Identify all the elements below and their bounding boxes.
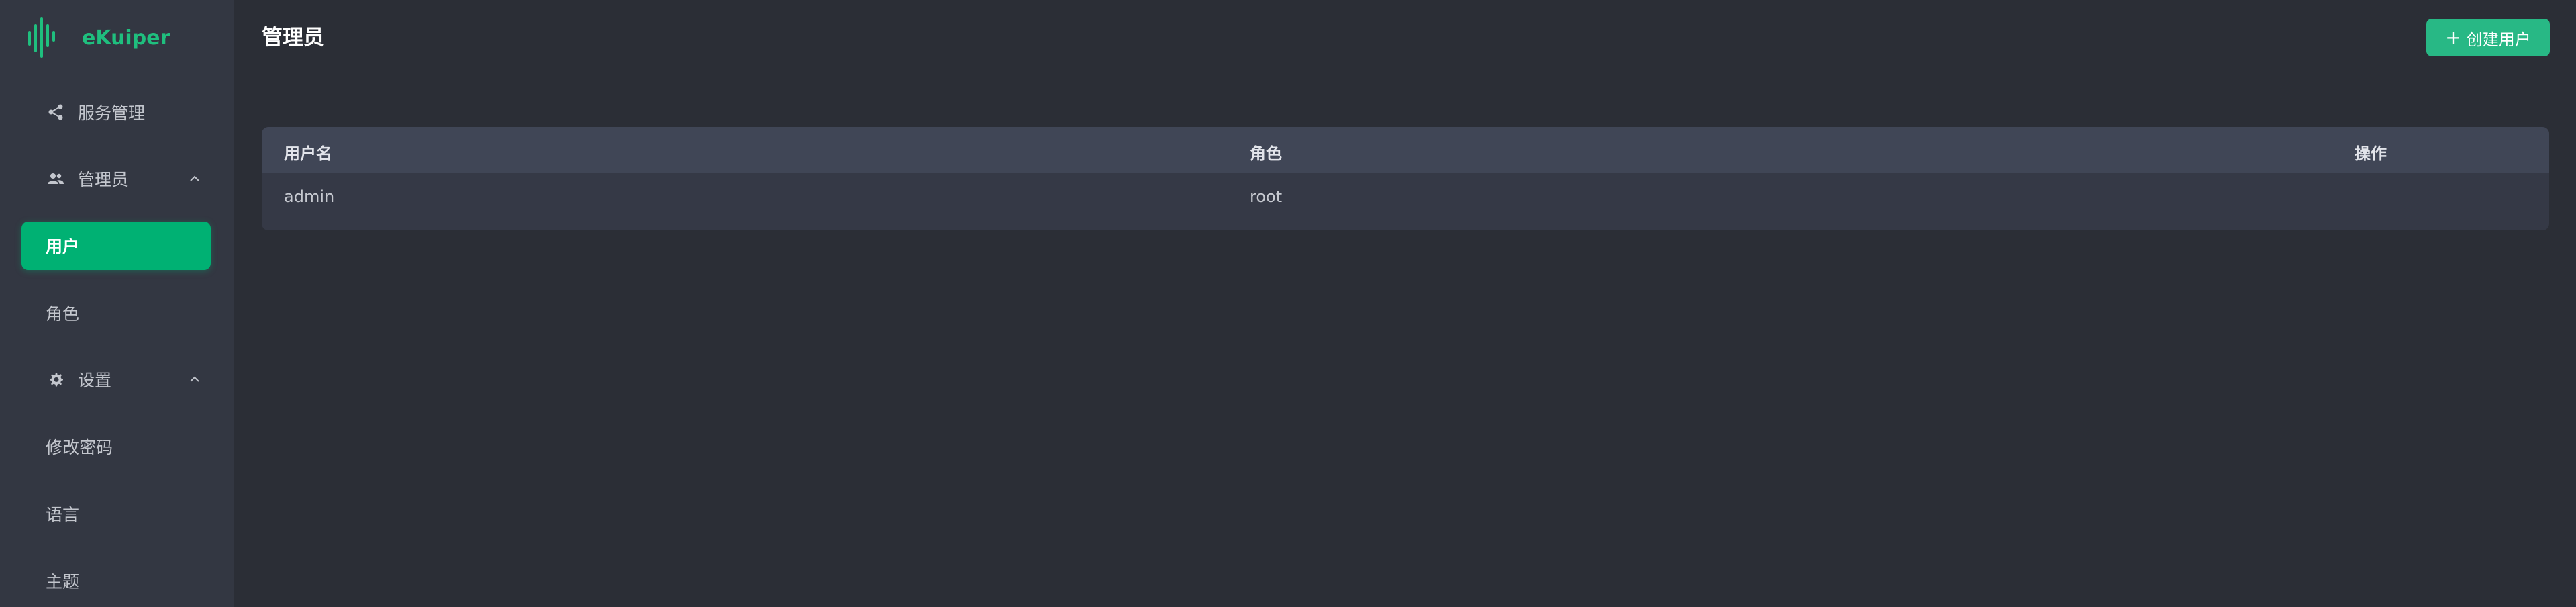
create-user-button-label: 创建用户 [2466, 30, 2531, 49]
gear-icon [46, 369, 66, 389]
chevron-up-icon[interactable] [188, 172, 201, 185]
sidebar-item-roles[interactable]: 角色 [21, 289, 211, 337]
sidebar-item-label: 语言 [46, 505, 80, 524]
app-name: eKuiper [82, 26, 170, 50]
table-header: 用户名 角色 操作 [262, 127, 2549, 173]
sidebar: eKuiper 服务管理 管理员 用户 角色 设置 修改密码 语言 主题 [0, 0, 234, 607]
sidebar-item-service-management[interactable]: 服务管理 [21, 88, 211, 136]
share-icon [46, 102, 66, 122]
sidebar-item-label: 角色 [46, 304, 80, 324]
sidebar-item-label: 设置 [78, 371, 112, 390]
sidebar-item-label: 管理员 [78, 170, 129, 189]
chevron-up-icon[interactable] [188, 373, 201, 386]
users-icon [46, 169, 66, 189]
sidebar-item-language[interactable]: 语言 [21, 489, 211, 538]
column-header-username: 用户名 [284, 144, 332, 163]
sidebar-item-label: 主题 [46, 572, 80, 592]
users-table: 用户名 角色 操作 admin root [262, 127, 2549, 230]
sidebar-item-settings[interactable]: 设置 [21, 355, 211, 404]
sidebar-item-label: 修改密码 [46, 438, 113, 457]
sidebar-item-admin[interactable]: 管理员 [21, 154, 211, 203]
ekuiper-logo-icon [27, 17, 56, 58]
cell-role: root [1250, 187, 1283, 206]
sidebar-item-label: 用户 [46, 237, 80, 256]
sidebar-item-theme[interactable]: 主题 [21, 557, 211, 605]
sidebar-item-users[interactable]: 用户 [21, 222, 211, 270]
column-header-role: 角色 [1250, 144, 1282, 163]
page-title: 管理员 [262, 26, 324, 50]
column-header-actions: 操作 [2355, 144, 2387, 163]
sidebar-item-label: 服务管理 [78, 103, 146, 123]
cell-username: admin [284, 187, 335, 206]
app-logo[interactable]: eKuiper [27, 17, 170, 58]
sidebar-item-change-password[interactable]: 修改密码 [21, 422, 211, 471]
create-user-button[interactable]: + 创建用户 [2426, 19, 2550, 56]
plus-icon: + [2445, 26, 2461, 48]
